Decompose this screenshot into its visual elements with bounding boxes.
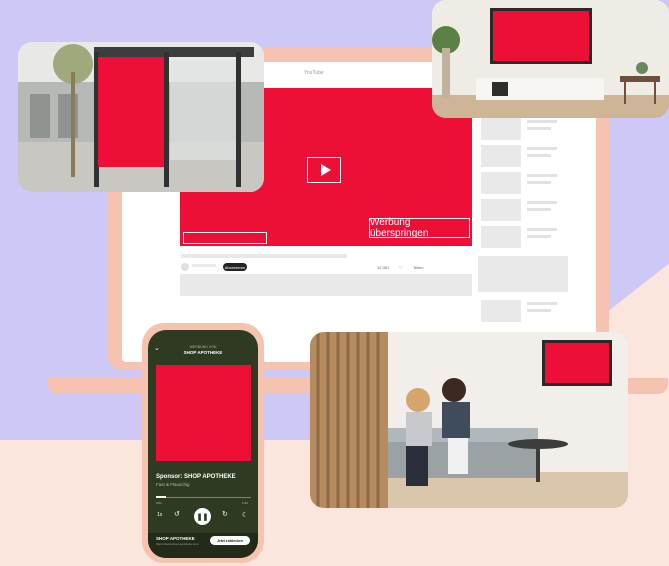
sidebar-text [527,120,557,123]
ad-progress-bar [183,247,247,250]
ad-brand: SHOP APOTHEKE [183,350,223,355]
sidebar-text [527,235,551,238]
sidebar-thumb[interactable] [481,300,521,322]
sidebar-text [527,228,557,231]
cta-brand: SHOP APOTHEKE [156,536,195,541]
rewind-15-icon[interactable]: ↺ [174,510,180,518]
channel-name-placeholder [192,264,216,267]
time-elapsed: 0:01 [156,501,162,505]
site-logo[interactable]: YouTube [304,70,324,76]
cta-button[interactable]: Jetzt entdecken [210,536,250,545]
sidebar-text [527,147,557,150]
speed-button[interactable]: 1x [157,512,162,518]
sidebar-thumb[interactable] [481,199,521,221]
like-count[interactable]: 12,381 [377,265,389,270]
living-room-photo [432,0,669,118]
sidebar-thumb[interactable] [481,172,521,194]
waiting-room-illustration [310,332,628,508]
sidebar-thumb[interactable] [481,118,521,140]
track-title: Sponsor: SHOP APOTHEKE [156,474,236,480]
play-button[interactable] [307,157,341,183]
progress-fill [156,496,166,498]
cta-url: https://www.shop-apotheke.com [156,542,199,546]
sleep-timer-icon[interactable]: ☾ [242,511,248,519]
forward-15-icon[interactable]: ↻ [222,510,228,518]
living-room-illustration [432,0,669,118]
sidebar-text [527,208,551,211]
skip-ad-button[interactable]: Werbung überspringen [369,217,470,239]
waiting-room-photo [310,332,628,508]
phone-screen: ⌄ WERBUNG VON SHOP APOTHEKE Sponsor: SHO… [148,330,258,558]
pause-button[interactable]: ❚❚ [194,508,211,525]
progress-track[interactable] [156,497,251,498]
description-placeholder [180,274,472,296]
bus-stop-illustration [18,42,264,192]
sidebar-text [527,201,557,204]
sidebar-thumb[interactable] [481,145,521,167]
sidebar-banner[interactable] [478,256,568,292]
play-icon [320,164,331,176]
sidebar-thumb[interactable] [481,226,521,248]
bus-stop-photo [18,42,264,192]
channel-avatar[interactable] [181,263,189,271]
dislike-icon[interactable]: ♡ [399,265,403,270]
sidebar-text [527,174,557,177]
subscribe-button[interactable]: Abonnieren [223,263,247,271]
ad-info-box [183,232,267,244]
share-button[interactable]: Teilen [413,265,423,270]
ad-label: WERBUNG VON [189,345,217,349]
sidebar-text [527,309,551,312]
sidebar-text [527,127,551,130]
sidebar-text [527,181,551,184]
track-subtitle: Fast & Flauschig [156,482,190,487]
video-title-placeholder [181,254,347,258]
sidebar-text [527,302,557,305]
pause-icon: ❚❚ [196,513,209,521]
time-total: 0:30 [242,501,248,505]
sidebar-text [527,154,551,157]
ad-artwork [156,365,251,461]
